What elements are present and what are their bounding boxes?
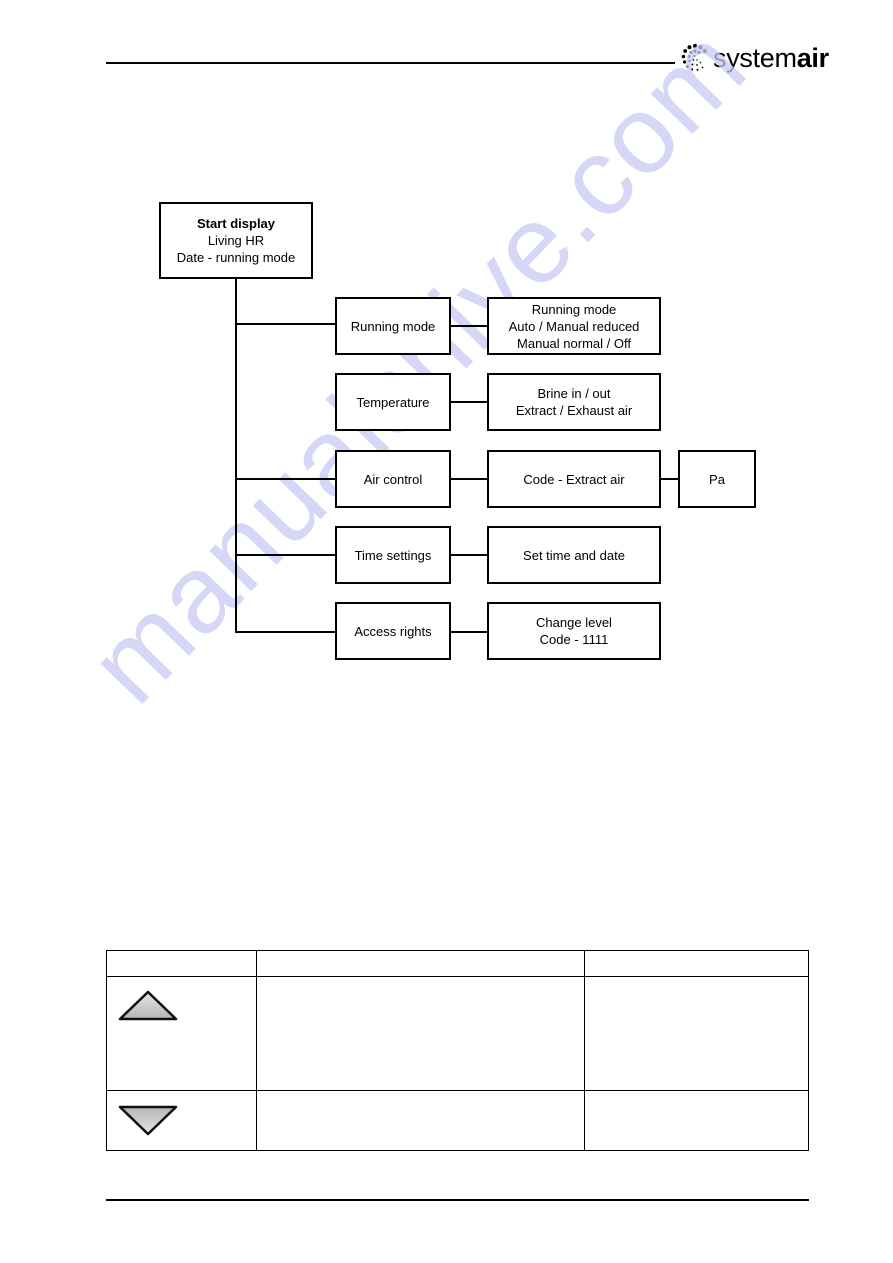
detail-line: Change level (536, 615, 612, 630)
connector-line (661, 478, 679, 480)
branch-line-running-mode (235, 323, 336, 325)
detail-line: Auto / Manual reduced (508, 318, 640, 334)
connector-line (451, 478, 488, 480)
detail-line: Running mode (531, 301, 617, 317)
root-box-start-display: Start display Living HR Date - running m… (159, 202, 313, 279)
menu-label: Temperature (356, 394, 430, 410)
menu-box-temperature: Temperature (335, 373, 451, 431)
detail-line: Extract / Exhaust air (515, 403, 633, 418)
root-title: Start display (196, 216, 276, 231)
menu-box-access-rights: Access rights (335, 602, 451, 660)
connector-line (451, 631, 488, 633)
table-header-row (106, 950, 809, 977)
brand-name: systemair (713, 42, 829, 73)
connector-line (451, 401, 488, 403)
branch-line-access-rights (235, 631, 336, 633)
up-triangle-button-icon (118, 990, 178, 1021)
menu-label: Running mode (350, 318, 436, 334)
detail-line: Code - Extract air (523, 471, 625, 487)
detail-line: Set time and date (523, 547, 625, 563)
menu-box-air-control: Air control (335, 450, 451, 508)
down-triangle-button-icon (118, 1105, 178, 1136)
branch-line-air-control (235, 478, 336, 480)
connector-line (451, 554, 488, 556)
table-row (106, 1090, 809, 1151)
detail-line: Pa (709, 471, 725, 487)
table-cell-note (584, 1090, 809, 1151)
root-line: Living HR (207, 233, 265, 248)
menu-box-running-mode: Running mode (335, 297, 451, 355)
detail-box-running-mode: Running mode Auto / Manual reduced Manua… (487, 297, 661, 355)
connector-line (451, 325, 488, 327)
table-header-cell (106, 950, 257, 977)
detail-box-pa: Pa (678, 450, 756, 508)
menu-box-time-settings: Time settings (335, 526, 451, 584)
table-row (106, 976, 809, 1091)
detail-box-temperature: Brine in / out Extract / Exhaust air (487, 373, 661, 431)
table-cell-description (255, 1090, 586, 1151)
header-rule (106, 62, 675, 64)
brand-name-regular: system (713, 42, 797, 73)
menu-label: Access rights (354, 623, 432, 639)
detail-box-access-rights: Change level Code - 1111 (487, 602, 661, 660)
root-line: Date - running mode (176, 250, 296, 265)
menu-label: Air control (363, 471, 423, 487)
detail-box-time-settings: Set time and date (487, 526, 661, 584)
branch-line-time-settings (235, 554, 336, 556)
table-cell-icon (106, 1090, 257, 1151)
table-cell-note (584, 976, 809, 1091)
table-cell-icon (106, 976, 257, 1091)
detail-line: Manual normal / Off (517, 335, 631, 351)
brand-name-bold: air (796, 42, 829, 73)
dot-sunburst-logo-icon (681, 43, 707, 71)
table-header-cell (255, 950, 586, 977)
table-cell-description (255, 976, 586, 1091)
detail-line: Code - 1111 (539, 632, 609, 647)
button-table (106, 950, 809, 1151)
menu-label: Time settings (354, 547, 432, 563)
systemair-logo: systemair (680, 42, 829, 74)
table-header-cell (584, 950, 809, 977)
trunk-line (235, 279, 237, 633)
footer-rule (106, 1199, 809, 1201)
detail-line: Brine in / out (537, 386, 611, 401)
detail-box-air-control: Code - Extract air (487, 450, 661, 508)
